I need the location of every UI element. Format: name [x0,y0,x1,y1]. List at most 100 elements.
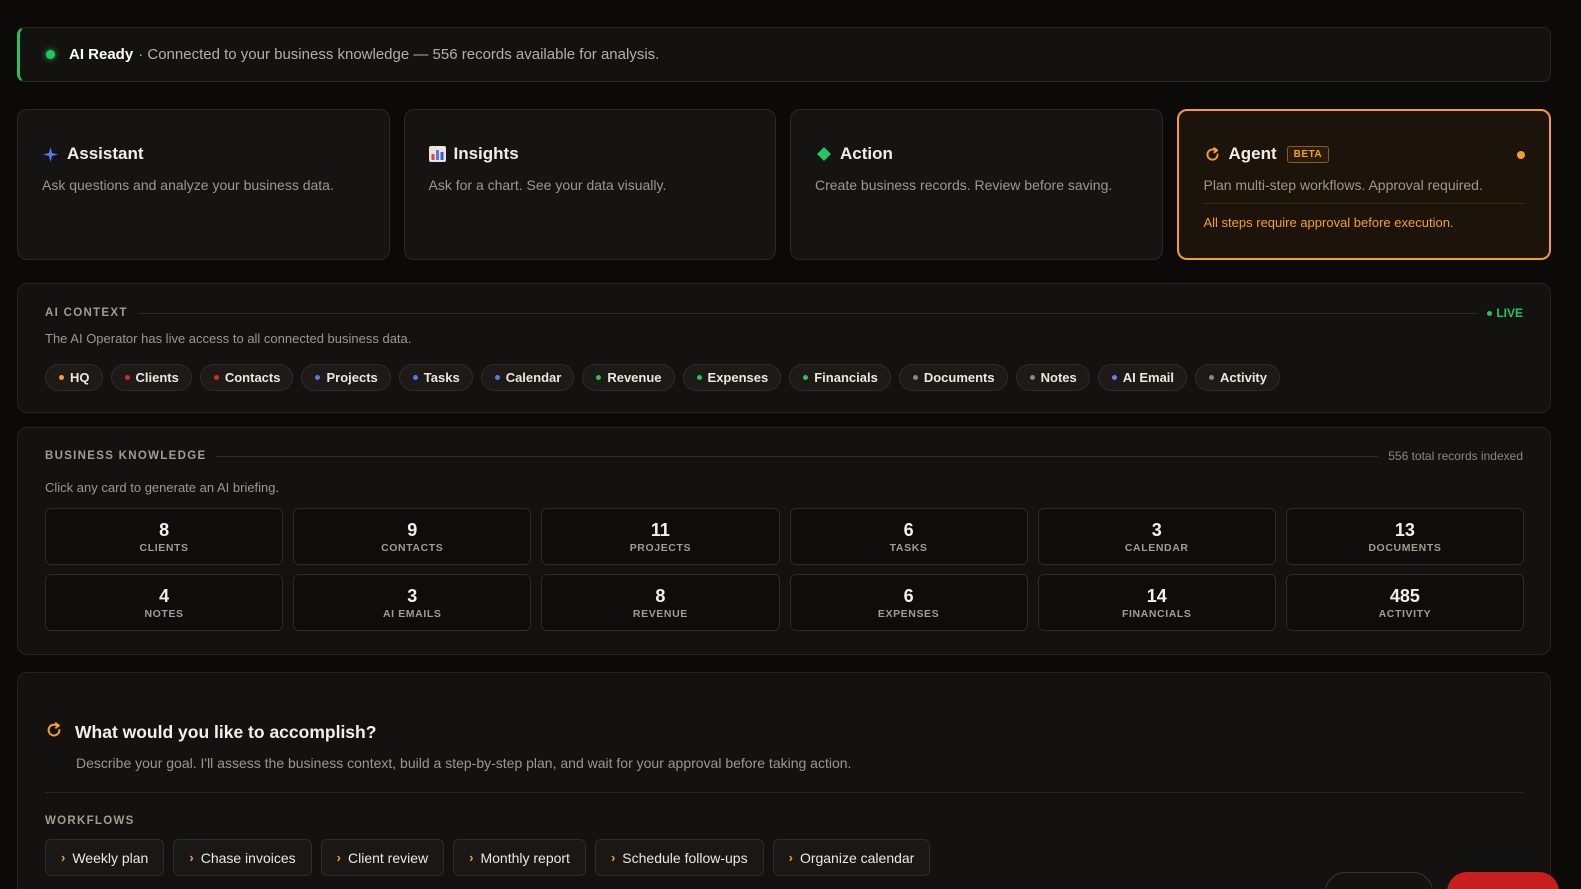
workflow-button-organize-calendar[interactable]: › Organize calendar [772,839,931,876]
refresh-icon [1204,146,1221,163]
refresh-icon [45,721,63,744]
workflow-button-monthly-report[interactable]: › Monthly report [453,839,586,876]
stat-label: TASKS [889,541,928,554]
goal-title: What would you like to accomplish? [75,722,377,742]
stat-card-financials[interactable]: 14 FINANCIALS [1037,574,1276,631]
context-chip-financials[interactable]: Financials [789,364,891,391]
beta-badge: BETA [1286,145,1330,163]
chip-label: Revenue [607,370,662,385]
workflows-label: WORKFLOWS [45,815,135,827]
bar-chart-icon [428,146,446,163]
total-records-count: 556 total records indexed [1388,449,1523,463]
stat-value: 8 [655,585,666,606]
status-dot-icon [315,375,321,380]
stat-label: CLIENTS [139,541,189,554]
agent-goal-panel: What would you like to accomplish? Descr… [17,672,1551,889]
mode-description: Create business records. Review before s… [815,177,1113,193]
stat-label: NOTES [144,607,184,620]
primary-button[interactable] [1447,872,1559,889]
stat-card-tasks[interactable]: 6 TASKS [789,508,1028,565]
status-dot-icon [1111,375,1117,380]
stat-card-projects[interactable]: 11 PROJECTS [541,508,780,565]
stat-label: PROJECTS [629,541,692,554]
stat-label: EXPENSES [877,607,940,620]
stat-card-revenue[interactable]: 8 REVENUE [541,574,780,631]
workflow-button-chase-invoices[interactable]: › Chase invoices [173,839,312,876]
chip-label: Calendar [505,370,562,385]
stat-label: CALENDAR [1124,541,1189,554]
status-dot-icon [596,375,602,380]
mode-card-agent[interactable]: Agent BETA Plan multi-step workflows. Ap… [1176,109,1551,260]
context-chip-clients[interactable]: Clients [110,364,192,391]
stat-value: 6 [903,519,914,540]
workflow-button-client-review[interactable]: › Client review [320,839,445,876]
mode-card-insights[interactable]: Insights Ask for a chart. See your data … [403,109,776,260]
stat-card-calendar[interactable]: 3 CALENDAR [1037,508,1276,565]
context-chip-ai-email[interactable]: AI Email [1097,364,1188,391]
chip-label: Activity [1220,370,1267,385]
chip-label: Expenses [707,370,769,385]
stat-value: 13 [1394,519,1415,540]
stat-card-clients[interactable]: 8 CLIENTS [45,508,284,565]
divider [45,792,1523,793]
chip-label: Contacts [224,370,281,385]
status-dot-icon [803,375,809,380]
status-dot-icon [59,375,64,380]
chip-label: Projects [326,370,378,385]
context-chip-tasks[interactable]: Tasks [398,364,473,391]
chevron-right-icon: › [189,850,194,865]
stat-value: 3 [1151,519,1162,540]
stat-card-expenses[interactable]: 6 EXPENSES [789,574,1028,631]
stat-value: 11 [650,519,670,540]
ai-context-label: AI CONTEXT [45,307,128,319]
chip-label: AI Email [1122,370,1175,385]
context-chip-expenses[interactable]: Expenses [682,364,782,391]
chevron-right-icon: › [610,850,616,865]
mode-title: Action [840,144,893,163]
workflow-buttons: › Weekly plan › Chase invoices › Client revie… [45,839,931,876]
mode-card-action[interactable]: Action Create business records. Review b… [790,109,1163,260]
chevron-right-icon: › [336,850,341,865]
workflow-label: Organize calendar [799,849,915,866]
workflow-label: Client review [347,849,429,866]
context-chip-projects[interactable]: Projects [301,364,391,391]
context-chip-activity[interactable]: Activity [1195,364,1280,391]
stat-value: 4 [159,585,170,606]
ai-context-subtitle: The AI Operator has live access to all c… [45,331,412,346]
stat-card-contacts[interactable]: 9 CONTACTS [293,508,532,565]
chevron-right-icon: › [469,850,474,865]
workflow-label: Schedule follow-ups [622,849,748,866]
stat-label: AI EMAILS [382,607,442,620]
workflow-button-schedule-follow-ups[interactable]: › Schedule follow-ups [594,839,764,876]
diamond-icon [815,146,832,163]
secondary-button[interactable] [1325,872,1433,889]
context-chip-revenue[interactable]: Revenue [582,364,675,391]
mode-selector: Assistant Ask questions and analyze your… [17,109,1551,260]
mode-description: Plan multi-step workflows. Approval requ… [1203,177,1483,193]
stat-label: CONTACTS [381,541,444,554]
status-dot-icon [912,375,918,380]
chip-label: Documents [923,370,995,385]
context-chip-calendar[interactable]: Calendar [480,364,575,391]
status-dot-icon [412,375,418,380]
chevron-right-icon: › [61,850,66,865]
context-chip-documents[interactable]: Documents [898,364,1008,391]
stat-card-notes[interactable]: 4 NOTES [45,574,284,631]
context-chip-notes[interactable]: Notes [1015,364,1090,391]
stat-value: 14 [1146,585,1167,606]
context-chip-contacts[interactable]: Contacts [199,364,294,391]
context-chips: HQ Clients Contacts Projects Tasks Calendar Re… [45,364,1280,391]
stat-card-activity[interactable]: 485 ACTIVITY [1285,574,1524,631]
stat-value: 9 [407,519,418,540]
mode-title: Insights [453,144,519,163]
business-knowledge-panel: BUSINESS KNOWLEDGE 556 total records ind… [17,427,1551,655]
status-dot-icon [1029,375,1035,380]
stat-card-documents[interactable]: 13 DOCUMENTS [1285,508,1524,565]
mode-card-assistant[interactable]: Assistant Ask questions and analyze your… [17,109,390,260]
chip-label: Notes [1040,370,1077,385]
stat-value: 485 [1389,585,1420,606]
status-title: AI Ready [69,46,134,63]
context-chip-hq[interactable]: HQ [45,364,103,391]
workflow-button-weekly-plan[interactable]: › Weekly plan [45,839,165,876]
stat-card-ai-emails[interactable]: 3 AI EMAILS [293,574,532,631]
